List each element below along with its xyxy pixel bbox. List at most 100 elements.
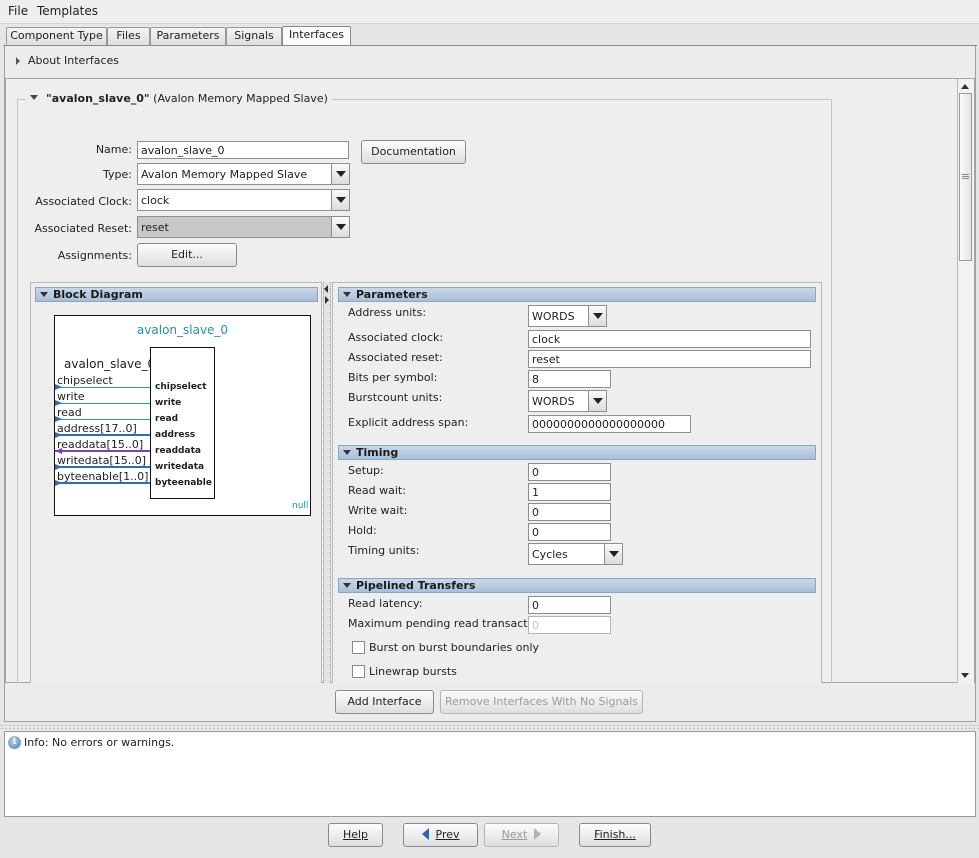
signal-bus-line bbox=[55, 482, 150, 484]
setup-field[interactable]: 0 bbox=[528, 463, 611, 481]
associated-clock-select[interactable]: clock bbox=[137, 189, 350, 211]
expand-right-arrow-icon[interactable] bbox=[325, 296, 329, 304]
read-latency-label: Read latency: bbox=[348, 597, 423, 610]
read-wait-field[interactable]: 1 bbox=[528, 483, 611, 501]
associated-reset-param-field[interactable]: reset bbox=[528, 350, 811, 368]
timing-units-value: Cycles bbox=[532, 548, 568, 561]
collapse-left-arrow-icon[interactable] bbox=[324, 285, 328, 293]
dropdown-button[interactable] bbox=[331, 190, 349, 210]
write-wait-label: Write wait: bbox=[348, 504, 408, 517]
port-arrow-icon bbox=[55, 384, 62, 390]
menubar bbox=[0, 0, 979, 24]
chevron-down-icon bbox=[593, 398, 603, 404]
hold-label: Hold: bbox=[348, 524, 377, 537]
address-units-value: WORDS bbox=[532, 310, 575, 323]
tab-parameters[interactable]: Parameters bbox=[150, 27, 226, 45]
grip-line bbox=[962, 178, 969, 179]
burst-boundaries-label: Burst on burst boundaries only bbox=[369, 641, 540, 654]
port-read: read bbox=[155, 414, 179, 424]
timing-units-select[interactable]: Cycles bbox=[528, 543, 623, 565]
diagram-inner-title: avalon_slave_0 bbox=[64, 357, 156, 371]
documentation-button[interactable]: Documentation bbox=[361, 140, 466, 164]
port-arrow-icon bbox=[55, 464, 62, 470]
menu-templates[interactable]: Templates bbox=[37, 4, 98, 18]
edit-assignments-button[interactable]: Edit... bbox=[137, 243, 237, 267]
port-chipselect: chipselect bbox=[155, 382, 207, 392]
associated-clock-label: Associated Clock: bbox=[35, 195, 132, 208]
diagram-footer: null bbox=[292, 501, 309, 511]
chevron-down-icon bbox=[609, 551, 619, 557]
burst-boundaries-checkbox[interactable] bbox=[352, 641, 365, 654]
hold-field[interactable]: 0 bbox=[528, 523, 611, 541]
tab-interfaces[interactable]: Interfaces bbox=[282, 26, 351, 46]
interface-type-title: (Avalon Memory Mapped Slave) bbox=[153, 92, 328, 105]
write-wait-field[interactable]: 0 bbox=[528, 503, 611, 521]
timing-header[interactable]: Timing bbox=[338, 445, 816, 460]
signal-line bbox=[55, 419, 150, 420]
dropdown-button[interactable] bbox=[604, 544, 622, 564]
scrollbar-thumb[interactable] bbox=[959, 93, 972, 261]
explicit-address-span-field[interactable]: 0000000000000000000 bbox=[528, 415, 691, 433]
prev-button[interactable]: Prev bbox=[403, 823, 478, 847]
port-write: write bbox=[155, 398, 182, 408]
expand-arrow-icon bbox=[16, 57, 20, 65]
associated-clock-param-field[interactable]: clock bbox=[528, 330, 811, 348]
burstcount-units-label: Burstcount units: bbox=[348, 391, 443, 404]
dropdown-button[interactable] bbox=[331, 217, 349, 237]
type-label: Type: bbox=[103, 168, 132, 181]
scroll-down-arrow-icon[interactable] bbox=[961, 673, 969, 678]
port-arrow-icon bbox=[55, 432, 62, 438]
info-icon: i bbox=[8, 736, 21, 749]
associated-reset-select[interactable]: reset bbox=[137, 216, 350, 238]
split-divider[interactable] bbox=[0, 724, 979, 730]
dropdown-button[interactable] bbox=[588, 391, 606, 411]
block-diagram-header[interactable]: Block Diagram bbox=[35, 287, 318, 302]
name-field[interactable]: avalon_slave_0 bbox=[137, 141, 349, 159]
next-button[interactable]: Next bbox=[484, 823, 559, 847]
address-units-label: Address units: bbox=[348, 306, 427, 319]
split-pane-divider[interactable] bbox=[323, 282, 331, 683]
signal-bus-line bbox=[55, 450, 150, 452]
port-arrow-icon bbox=[55, 416, 62, 422]
max-pending-reads-label: Maximum pending read transactions: bbox=[348, 617, 554, 630]
finish-button[interactable]: Finish... bbox=[579, 823, 651, 847]
tab-files[interactable]: Files bbox=[107, 27, 150, 45]
tab-signals[interactable]: Signals bbox=[226, 27, 282, 45]
diagram-outer-title: avalon_slave_0 bbox=[136, 323, 229, 337]
remove-interfaces-button[interactable]: Remove Interfaces With No Signals bbox=[440, 690, 643, 714]
address-units-select[interactable]: WORDS bbox=[528, 305, 607, 327]
type-select-value: Avalon Memory Mapped Slave bbox=[141, 168, 308, 181]
port-readdata: readdata bbox=[155, 446, 201, 456]
port-arrow-icon bbox=[55, 400, 62, 406]
scroll-up-arrow-icon[interactable] bbox=[961, 84, 969, 89]
parameters-header[interactable]: Parameters bbox=[338, 287, 816, 302]
signal-line bbox=[55, 403, 150, 404]
associated-reset-label: Associated Reset: bbox=[34, 222, 132, 235]
collapse-arrow-icon bbox=[343, 583, 351, 588]
explicit-address-span-label: Explicit address span: bbox=[348, 416, 469, 429]
port-arrow-icon bbox=[55, 448, 62, 454]
bits-per-symbol-field[interactable]: 8 bbox=[528, 370, 611, 388]
linewrap-bursts-label: Linewrap bursts bbox=[369, 665, 457, 678]
read-wait-label: Read wait: bbox=[348, 484, 406, 497]
timing-units-label: Timing units: bbox=[348, 544, 420, 557]
chevron-down-icon bbox=[336, 224, 346, 230]
interface-group-title[interactable]: "avalon_slave_0" (Avalon Memory Mapped S… bbox=[26, 92, 332, 105]
port-writedata: writedata bbox=[155, 462, 205, 472]
chevron-down-icon bbox=[336, 197, 346, 203]
pipelined-transfers-header[interactable]: Pipelined Transfers bbox=[338, 578, 816, 593]
max-pending-reads-field[interactable]: 0 bbox=[528, 616, 611, 634]
help-button[interactable]: Help bbox=[328, 823, 383, 847]
dropdown-button[interactable] bbox=[331, 164, 349, 184]
about-interfaces-toggle[interactable]: About Interfaces bbox=[16, 54, 119, 67]
burstcount-units-select[interactable]: WORDS bbox=[528, 390, 607, 412]
dropdown-button[interactable] bbox=[588, 306, 606, 326]
menu-file[interactable]: File bbox=[8, 4, 28, 18]
read-latency-field[interactable]: 0 bbox=[528, 596, 611, 614]
tab-component-type[interactable]: Component Type bbox=[6, 27, 107, 45]
type-select[interactable]: Avalon Memory Mapped Slave bbox=[137, 163, 350, 185]
add-interface-button[interactable]: Add Interface bbox=[335, 690, 434, 714]
chevron-down-icon bbox=[336, 171, 346, 177]
collapse-arrow-icon bbox=[30, 95, 38, 100]
linewrap-bursts-checkbox[interactable] bbox=[352, 665, 365, 678]
